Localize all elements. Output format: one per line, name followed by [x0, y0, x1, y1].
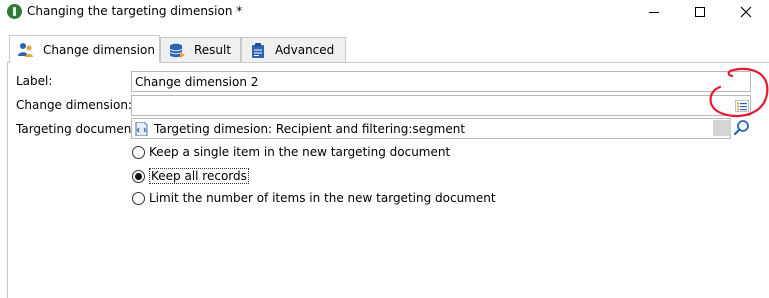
- tab-label: Advanced: [275, 43, 335, 57]
- tab-advanced[interactable]: Advanced: [241, 37, 346, 62]
- tab-strip: Change dimension Result Advanced: [0, 35, 769, 63]
- close-button[interactable]: [723, 0, 769, 24]
- radio-button[interactable]: [132, 191, 145, 205]
- label-input[interactable]: Change dimension 2: [131, 71, 751, 92]
- option-keep-all-records[interactable]: Keep all records: [132, 168, 249, 184]
- maximize-button[interactable]: [677, 0, 723, 24]
- label-input-value: Change dimension 2: [135, 74, 259, 89]
- clear-document-button[interactable]: [713, 120, 731, 136]
- maximize-icon: [695, 7, 705, 17]
- database-icon: [169, 43, 186, 58]
- app-icon: [7, 4, 22, 19]
- targeting-document-caption: Targeting document:: [16, 122, 141, 136]
- window-title: Changing the targeting dimension *: [27, 4, 243, 18]
- option-label: Keep all records: [149, 168, 249, 184]
- targeting-document-value: Targeting dimesion: Recipient and filter…: [154, 121, 466, 136]
- label-caption: Label:: [16, 74, 53, 88]
- minimize-button[interactable]: [631, 0, 677, 24]
- radio-button-selected[interactable]: [132, 169, 145, 183]
- search-document-button[interactable]: [733, 119, 751, 137]
- minimize-icon: [649, 11, 659, 13]
- radio-button[interactable]: [132, 145, 145, 159]
- change-dimension-input[interactable]: [131, 95, 751, 116]
- tab-label: Change dimension: [43, 42, 155, 57]
- tab-label: Result: [194, 43, 232, 57]
- title-bar: Changing the targeting dimension *: [0, 0, 769, 24]
- annotation-circle: [709, 67, 769, 118]
- change-dimension-icon: [18, 42, 35, 57]
- change-dimension-caption: Change dimension:: [16, 98, 132, 112]
- targeting-document-field[interactable]: Targeting dimesion: Recipient and filter…: [131, 118, 731, 139]
- search-icon: [733, 120, 749, 136]
- clipboard-icon: [250, 42, 267, 58]
- tab-result[interactable]: Result: [160, 37, 241, 62]
- document-icon: [135, 121, 148, 136]
- option-keep-single-item[interactable]: Keep a single item in the new targeting …: [132, 145, 450, 159]
- option-label: Keep a single item in the new targeting …: [149, 145, 451, 159]
- option-limit-items[interactable]: Limit the number of items in the new tar…: [132, 191, 496, 205]
- close-icon: [740, 6, 752, 18]
- option-label: Limit the number of items in the new tar…: [149, 191, 496, 205]
- tab-change-dimension[interactable]: Change dimension: [9, 35, 160, 63]
